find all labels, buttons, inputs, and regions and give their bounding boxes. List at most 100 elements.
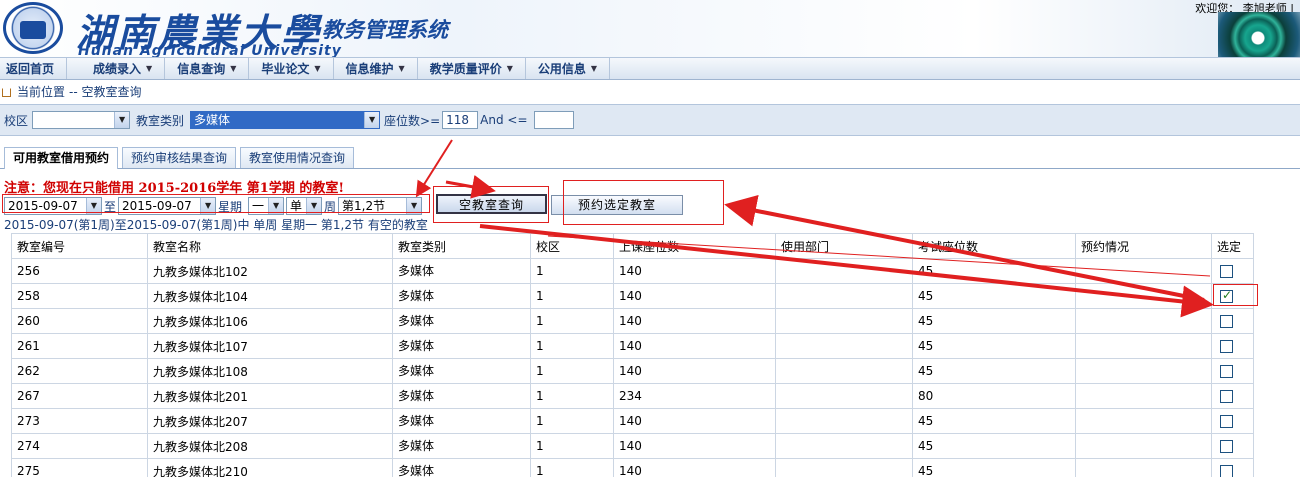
room-type-cell: 多媒体 <box>392 358 531 384</box>
room-id-cell: 260 <box>11 308 148 334</box>
room-name-cell: 九教多媒体北208 <box>147 433 393 459</box>
reservation-status-cell <box>1075 333 1212 359</box>
room-name-cell: 九教多媒体北107 <box>147 333 393 359</box>
menu-item-info-maintain[interactable]: 信息维护 ▼ <box>334 58 418 79</box>
tab-available-rooms[interactable]: 可用教室借用预约 <box>4 147 119 169</box>
row-select-checkbox[interactable] <box>1220 365 1233 378</box>
select-cell <box>1211 258 1254 284</box>
reservation-status-cell <box>1075 458 1212 477</box>
col-department: 使用部门 <box>775 233 913 259</box>
table-header-row: 教室编号 教室名称 教室类别 校区 上课座位数 使用部门 考试座位数 预约情况 … <box>11 233 1254 259</box>
caret-down-icon: ▼ <box>398 63 405 73</box>
system-title: 教务管理系统 <box>322 18 448 42</box>
tab-bar: 可用教室借用预约 预约审核结果查询 教室使用情况查询 <box>0 147 1300 169</box>
breadcrumb-path: -- 空教室查询 <box>69 85 142 99</box>
row-select-checkbox[interactable] <box>1220 340 1233 353</box>
class-seats-cell: 140 <box>613 408 776 434</box>
department-cell <box>775 333 913 359</box>
room-id-cell: 262 <box>11 358 148 384</box>
seats-label: 座位数>= <box>384 113 441 128</box>
and-label: And <= <box>480 113 528 127</box>
table-row: 260 九教多媒体北106 多媒体 1 140 45 <box>11 308 1254 334</box>
table-row: 256 九教多媒体北102 多媒体 1 140 45 <box>11 258 1254 284</box>
room-type-value: 多媒体 <box>194 113 231 127</box>
menu-item-thesis[interactable]: 毕业论文 ▼ <box>249 58 334 79</box>
room-type-cell: 多媒体 <box>392 408 531 434</box>
seats-max-input[interactable] <box>533 111 574 129</box>
menu-label: 信息查询 <box>177 61 226 76</box>
menu-item-grade-entry[interactable]: 成绩录入 ▼ <box>67 58 166 79</box>
campus-cell: 1 <box>530 458 614 477</box>
col-exam-seats: 考试座位数 <box>912 233 1076 259</box>
class-seats-cell: 140 <box>613 258 776 284</box>
seats-min-input[interactable]: 118 <box>442 111 479 129</box>
class-seats-cell: 140 <box>613 283 776 309</box>
tab-room-usage[interactable]: 教室使用情况查询 <box>240 147 355 168</box>
select-cell <box>1211 408 1254 434</box>
caret-down-icon: ▼ <box>590 63 598 73</box>
university-seal-logo <box>3 2 63 54</box>
class-seats-cell: 140 <box>613 433 776 459</box>
exam-seats-cell: 45 <box>912 433 1076 459</box>
col-select: 选定 <box>1211 233 1254 259</box>
reservation-status-cell <box>1075 433 1212 459</box>
tab-review-results[interactable]: 预约审核结果查询 <box>122 147 237 168</box>
menu-label: 教学质量评价 <box>429 61 502 76</box>
class-seats-cell: 140 <box>613 333 776 359</box>
campus-cell: 1 <box>530 283 614 309</box>
menu-item-home[interactable]: 返回首页 <box>0 58 68 79</box>
menu-label: 公用信息 <box>537 61 586 76</box>
annotation-box-criteria <box>2 194 430 213</box>
room-id-cell: 256 <box>11 258 148 284</box>
campus-label: 校区 <box>4 113 29 128</box>
page-header: 湖南農業大學 Hunan Agricultural University 教务管… <box>0 0 1300 57</box>
filter-bar: 校区 ▼ 教室类别 多媒体 ▼ 座位数>= 118 And <= <box>0 104 1300 136</box>
campus-select[interactable]: ▼ <box>32 111 131 129</box>
class-seats-cell: 234 <box>613 383 776 409</box>
select-cell <box>1211 383 1254 409</box>
table-row: 258 九教多媒体北104 多媒体 1 140 45 <box>11 283 1254 309</box>
select-cell <box>1211 358 1254 384</box>
room-id-cell: 274 <box>11 433 148 459</box>
reservation-status-cell <box>1075 258 1212 284</box>
table-row: 267 九教多媒体北201 多媒体 1 234 80 <box>11 383 1254 409</box>
department-cell <box>775 358 913 384</box>
table-row: 262 九教多媒体北108 多媒体 1 140 45 <box>11 358 1254 384</box>
exam-seats-cell: 45 <box>912 333 1076 359</box>
row-select-checkbox[interactable] <box>1220 315 1233 328</box>
campus-cell: 1 <box>530 358 614 384</box>
home-icon <box>2 87 11 97</box>
room-table: 教室编号 教室名称 教室类别 校区 上课座位数 使用部门 考试座位数 预约情况 … <box>11 233 1254 477</box>
table-row: 275 九教多媒体北210 多媒体 1 140 45 <box>11 458 1254 477</box>
campus-cell: 1 <box>530 258 614 284</box>
select-cell <box>1211 458 1254 477</box>
room-name-cell: 九教多媒体北210 <box>147 458 393 477</box>
menu-label: 毕业论文 <box>261 61 310 76</box>
col-class-seats: 上课座位数 <box>613 233 776 259</box>
menu-label: 成绩录入 <box>93 61 142 76</box>
menu-label: 返回首页 <box>6 61 55 76</box>
row-select-checkbox[interactable] <box>1220 265 1233 278</box>
table-row: 261 九教多媒体北107 多媒体 1 140 45 <box>11 333 1254 359</box>
class-seats-cell: 140 <box>613 308 776 334</box>
row-select-checkbox[interactable] <box>1220 465 1233 477</box>
campus-cell: 1 <box>530 308 614 334</box>
department-cell <box>775 433 913 459</box>
menu-item-info-query[interactable]: 信息查询 ▼ <box>165 58 250 79</box>
caret-down-icon: ▼ <box>506 63 513 73</box>
row-select-checkbox[interactable] <box>1220 440 1233 453</box>
reservation-status-cell <box>1075 283 1212 309</box>
caret-down-icon: ▼ <box>230 63 237 73</box>
select-cell <box>1211 333 1254 359</box>
menu-item-public-info[interactable]: 公用信息 ▼ <box>526 58 611 79</box>
menu-item-teaching-evaluation[interactable]: 教学质量评价 ▼ <box>418 58 526 79</box>
class-seats-cell: 140 <box>613 358 776 384</box>
exam-seats-cell: 45 <box>912 283 1076 309</box>
room-type-select[interactable]: 多媒体 ▼ <box>190 111 381 129</box>
reservation-status-cell <box>1075 408 1212 434</box>
row-select-checkbox[interactable] <box>1220 390 1233 403</box>
menu-label: 信息维护 <box>345 61 394 76</box>
exam-seats-cell: 80 <box>912 383 1076 409</box>
main-menu: 返回首页 成绩录入 ▼ 信息查询 ▼ 毕业论文 ▼ 信息维护 ▼ 教学质量评价 ▼ 公用信… <box>0 57 1300 80</box>
row-select-checkbox[interactable] <box>1220 415 1233 428</box>
